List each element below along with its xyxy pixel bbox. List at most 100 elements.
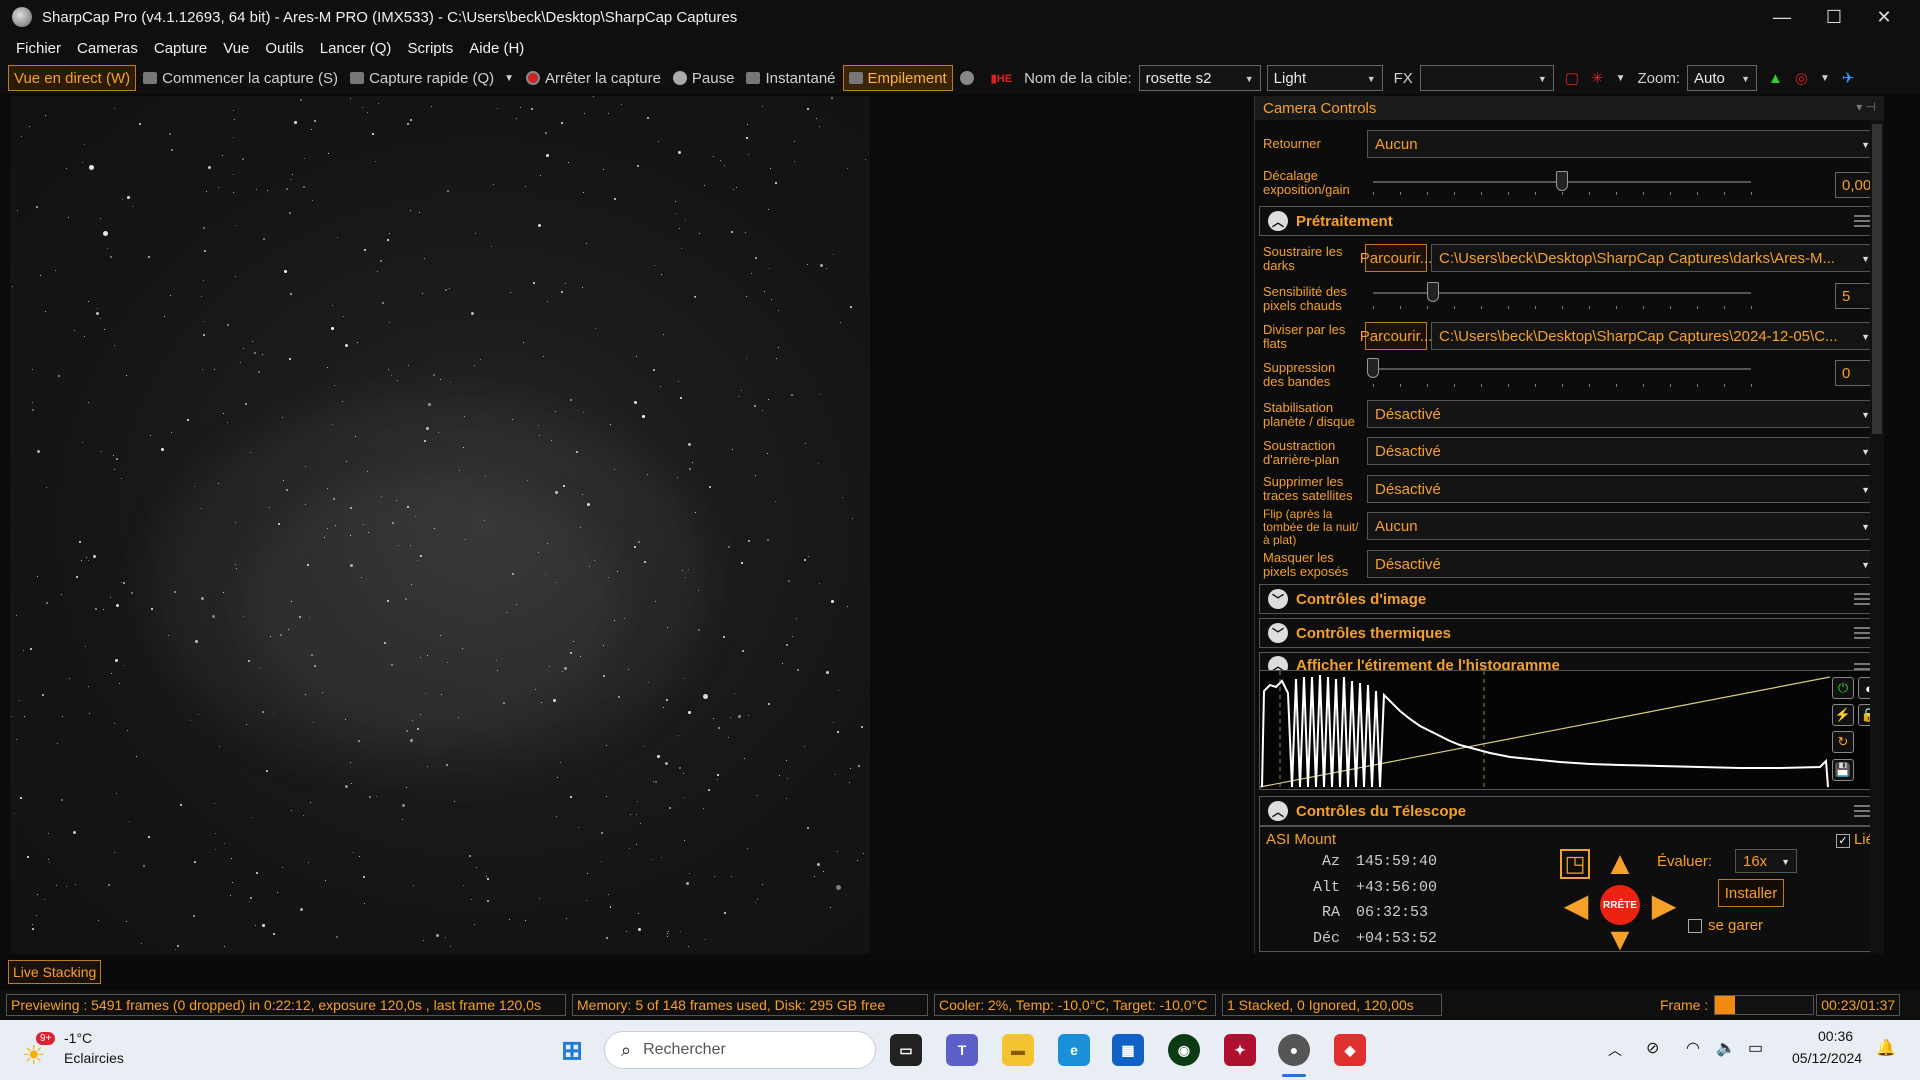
menu-icon[interactable] xyxy=(1854,805,1870,817)
install-button[interactable]: Installer xyxy=(1718,879,1784,907)
task-view-icon[interactable]: ▭ xyxy=(890,1034,922,1066)
background-select[interactable]: Désactivé ▼ xyxy=(1367,437,1877,465)
image-controls-section-header[interactable]: ﹀ Contrôles d'image xyxy=(1259,584,1881,614)
browse-flats-button[interactable]: Parcourir... xyxy=(1360,322,1432,350)
hotpixel-slider-thumb[interactable] xyxy=(1427,282,1440,302)
banding-slider[interactable] xyxy=(1373,368,1751,370)
target-name-select[interactable]: rosette s2 ▼ xyxy=(1138,65,1261,91)
phd2-icon[interactable]: ◉ xyxy=(1168,1034,1200,1066)
taskbar-search[interactable]: ⌕ Rechercher xyxy=(604,1031,876,1069)
fx-select[interactable]: ▼ xyxy=(1419,65,1554,91)
anydesk-icon[interactable]: ◆ xyxy=(1334,1034,1366,1066)
park-checkbox[interactable]: se garer xyxy=(1688,917,1763,934)
goto-icon[interactable]: ◳ xyxy=(1560,849,1590,879)
histogram-icon[interactable]: ▲ xyxy=(1763,65,1788,91)
telescope-section-header[interactable]: ︿ Contrôles du Télescope xyxy=(1259,796,1881,826)
polar-align-icon[interactable]: ◎ xyxy=(1790,65,1813,91)
banding-slider-thumb[interactable] xyxy=(1367,358,1379,378)
chevron-up-icon[interactable]: ︿ xyxy=(1608,1040,1622,1060)
edge-icon[interactable]: e xyxy=(1058,1034,1090,1066)
arrow-right-icon[interactable]: ▶ xyxy=(1644,885,1684,925)
menu-view[interactable]: Vue xyxy=(215,40,257,57)
frame-type-select[interactable]: Light ▼ xyxy=(1266,65,1383,91)
chevron-down-icon[interactable]: ﹀ xyxy=(1268,589,1288,609)
stacking-button[interactable]: Empilement xyxy=(842,65,953,91)
teams-icon[interactable]: T xyxy=(946,1034,978,1066)
minimize-button[interactable]: — xyxy=(1756,0,1808,34)
maximize-button[interactable]: ☐ xyxy=(1808,0,1860,34)
chevron-up-icon[interactable]: ︿ xyxy=(1268,211,1288,231)
zoom-select[interactable]: Auto ▼ xyxy=(1687,65,1757,91)
panel-scrollbar[interactable] xyxy=(1870,120,1884,954)
histogram-section-header[interactable]: ︿ Afficher l'étirement de l'histogramme xyxy=(1259,652,1881,676)
thermal-controls-section-header[interactable]: ﹀ Contrôles thermiques xyxy=(1259,618,1881,648)
menu-scripts[interactable]: Scripts xyxy=(399,40,461,57)
stop-capture-button[interactable]: Arrêter la capture xyxy=(521,65,666,91)
offset-value[interactable]: 0,00 xyxy=(1835,172,1875,198)
file-explorer-icon[interactable]: ▬ xyxy=(1002,1034,1034,1066)
windows-start-icon[interactable]: ⊞ xyxy=(556,1034,588,1066)
focus-aid-icon[interactable]: ✳ xyxy=(1586,65,1609,91)
reset-icon[interactable]: ↻ xyxy=(1832,731,1854,753)
chevron-down-icon[interactable]: ▼ xyxy=(504,73,514,84)
close-button[interactable]: ✕ xyxy=(1858,0,1910,34)
flats-path-select[interactable]: C:\Users\beck\Desktop\SharpCap Captures\… xyxy=(1431,322,1877,350)
pin-icon[interactable]: ▾ ⊣ xyxy=(1856,100,1876,114)
astro-app-icon[interactable]: ✦ xyxy=(1224,1034,1256,1066)
save-icon[interactable]: 💾 xyxy=(1832,759,1854,781)
chevron-down-icon[interactable]: ▼ xyxy=(1815,65,1835,91)
arrow-left-icon[interactable]: ◀ xyxy=(1556,885,1596,925)
flip2-select[interactable]: Aucun ▼ xyxy=(1367,512,1877,540)
menu-icon[interactable] xyxy=(1854,215,1870,227)
hotpixel-value[interactable]: 5 xyxy=(1835,283,1875,309)
menu-tools[interactable]: Outils xyxy=(257,40,311,57)
battery-icon[interactable]: ▭ xyxy=(1748,1038,1763,1058)
telescope-icon[interactable]: ✈ xyxy=(1837,65,1860,91)
image-viewport[interactable] xyxy=(6,96,1256,956)
chevron-down-icon[interactable]: ▼ xyxy=(1611,65,1631,91)
arrow-up-icon[interactable]: ▲ xyxy=(1600,843,1640,883)
reticle-icon[interactable]: ▢ xyxy=(1560,65,1584,91)
weather-widget[interactable]: ☀ 9+ xyxy=(22,1032,56,1070)
quick-capture-button[interactable]: Capture rapide (Q) ▼ xyxy=(345,65,519,91)
menu-help[interactable]: Aide (H) xyxy=(461,40,532,57)
flip-select[interactable]: Aucun ▼ xyxy=(1367,130,1877,158)
wifi-icon[interactable]: ◠ xyxy=(1686,1038,1700,1058)
hdr-icon[interactable]: ▮HE xyxy=(986,65,1017,91)
brightness-icon[interactable] xyxy=(955,65,984,91)
chevron-up-icon[interactable]: ︿ xyxy=(1268,801,1288,821)
start-capture-button[interactable]: Commencer la capture (S) xyxy=(138,65,343,91)
clock-date[interactable]: 05/12/2024 xyxy=(1792,1050,1862,1066)
clock-time[interactable]: 00:36 xyxy=(1818,1028,1853,1044)
volume-icon[interactable]: 🔈 xyxy=(1716,1038,1736,1058)
banding-value[interactable]: 0 xyxy=(1835,360,1875,386)
network-off-icon[interactable]: ⊘ xyxy=(1646,1038,1659,1058)
store-icon[interactable]: ▦ xyxy=(1112,1034,1144,1066)
pause-button[interactable]: Pause xyxy=(668,65,740,91)
menu-file[interactable]: Fichier xyxy=(8,40,69,57)
menu-cameras[interactable]: Cameras xyxy=(69,40,146,57)
darks-path-select[interactable]: C:\Users\beck\Desktop\SharpCap Captures\… xyxy=(1431,244,1877,272)
lightning-icon[interactable]: ⚡ xyxy=(1832,704,1854,726)
satellite-select[interactable]: Désactivé ▼ xyxy=(1367,475,1877,503)
live-stacking-tab[interactable]: Live Stacking xyxy=(8,960,102,984)
histogram-display[interactable]: ⏻ ◐ ⚡ 🔒 ↻ 💾 xyxy=(1259,670,1881,790)
linked-checkbox[interactable]: ✓ Lié xyxy=(1835,831,1874,848)
menu-icon[interactable] xyxy=(1854,593,1870,605)
mask-select[interactable]: Désactivé ▼ xyxy=(1367,550,1877,578)
browse-darks-button[interactable]: Parcourir... xyxy=(1360,244,1432,272)
live-view-button[interactable]: Vue en direct (W) xyxy=(8,65,137,91)
rate-select[interactable]: 16x ▼ xyxy=(1735,849,1797,873)
arrow-down-icon[interactable]: ▼ xyxy=(1600,927,1640,951)
stabilization-select[interactable]: Désactivé ▼ xyxy=(1367,400,1877,428)
menu-launch[interactable]: Lancer (Q) xyxy=(312,40,400,57)
notification-bell-icon[interactable]: 🔔 xyxy=(1876,1038,1896,1058)
menu-icon[interactable] xyxy=(1854,627,1870,639)
stop-slew-button[interactable]: RRÊTE xyxy=(1600,885,1640,925)
sharpcap-taskbar-icon[interactable]: ● xyxy=(1278,1034,1310,1066)
menu-capture[interactable]: Capture xyxy=(146,40,215,57)
snapshot-button[interactable]: Instantané xyxy=(741,65,840,91)
scrollbar-thumb[interactable] xyxy=(1872,124,1882,434)
chevron-down-icon[interactable]: ﹀ xyxy=(1268,623,1288,643)
offset-slider-thumb[interactable] xyxy=(1556,171,1568,191)
